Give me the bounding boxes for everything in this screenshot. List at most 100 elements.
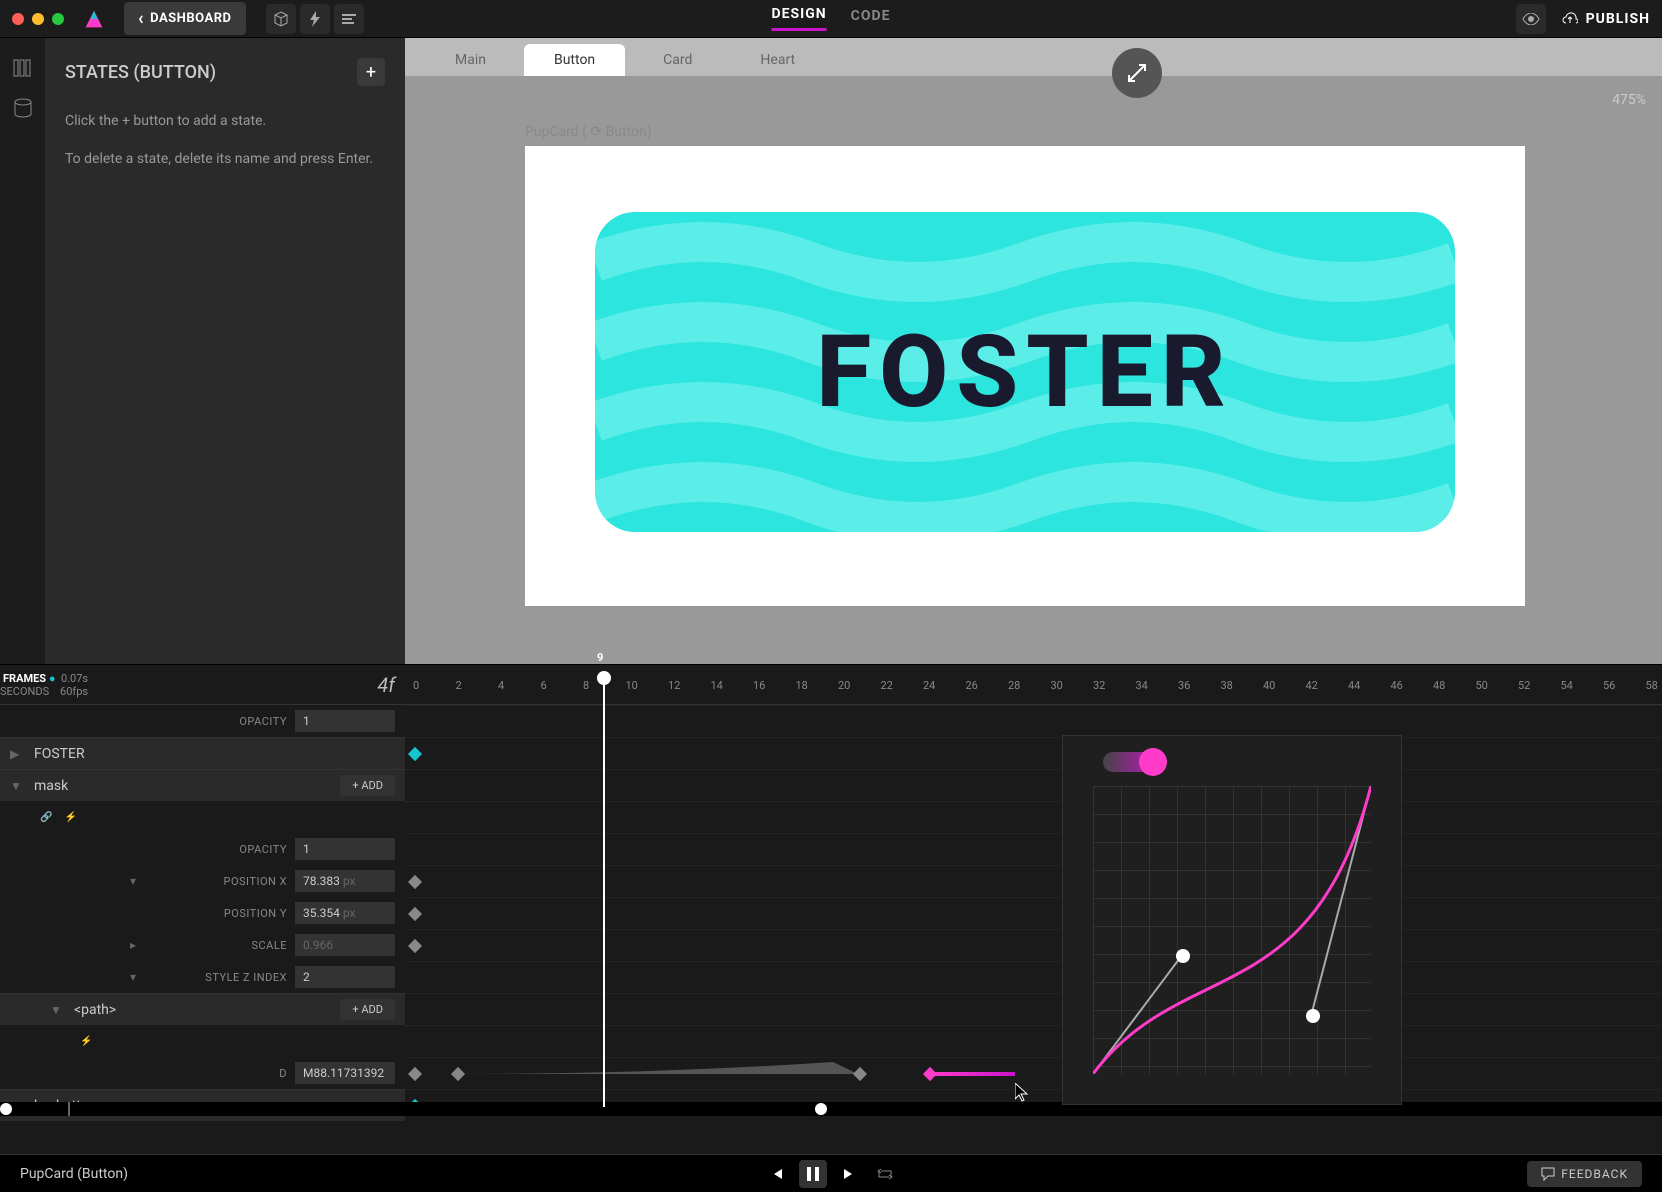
curve-toggle[interactable]	[1103, 752, 1163, 772]
ruler-tick: 22	[881, 679, 893, 692]
chat-icon	[1541, 1167, 1555, 1181]
window-controls	[12, 13, 64, 25]
chevron-down-icon[interactable]: ▾	[130, 874, 146, 888]
states-sidebar: STATES (BUTTON) + Click the + button to …	[45, 38, 405, 664]
ruler-tick: 12	[668, 679, 680, 692]
timeline-ruler[interactable]: 9 02468101214161820222426283032343638404…	[405, 665, 1662, 705]
bezier-handle-2[interactable]	[1306, 1009, 1320, 1023]
ruler-tick: 24	[923, 679, 935, 692]
link-icon[interactable]: 🔗	[40, 812, 52, 823]
maximize-window-button[interactable]	[52, 13, 64, 25]
ruler-tick: 16	[753, 679, 765, 692]
play-pause-button[interactable]	[799, 1160, 827, 1188]
feedback-button[interactable]: FEEDBACK	[1527, 1161, 1642, 1187]
playhead[interactable]: 9	[603, 677, 605, 1107]
cloud-upload-icon	[1562, 11, 1578, 27]
library-icon[interactable]	[13, 58, 33, 78]
artboard-label: PupCard ( ⟳ Button)	[525, 124, 652, 140]
sidebar-help-1: Click the + button to add a state.	[65, 110, 385, 132]
ruler-tick: 46	[1391, 679, 1403, 692]
ruler-tick: 32	[1093, 679, 1105, 692]
ruler-tick: 38	[1221, 679, 1233, 692]
scrubber-start-handle[interactable]	[0, 1103, 12, 1115]
bolt-icon[interactable]	[300, 4, 330, 34]
align-icon[interactable]	[334, 4, 364, 34]
eye-icon[interactable]	[1516, 4, 1546, 34]
ruler-tick: 6	[541, 679, 547, 692]
opacity-input[interactable]	[295, 710, 395, 732]
loop-button[interactable]	[871, 1160, 899, 1188]
close-window-button[interactable]	[12, 13, 24, 25]
ruler-tick: 18	[796, 679, 808, 692]
chevron-down-icon[interactable]: ▾	[130, 970, 146, 984]
curve-editor[interactable]	[1062, 735, 1402, 1105]
tab-design[interactable]: DESIGN	[772, 6, 827, 31]
ruler-tick: 28	[1008, 679, 1020, 692]
add-property-button[interactable]: + ADD	[340, 999, 395, 1020]
tracks-area[interactable]	[405, 705, 1662, 1154]
detach-icon[interactable]	[1112, 48, 1162, 98]
skip-back-button[interactable]	[763, 1160, 791, 1188]
scrubber-playhead-handle[interactable]	[815, 1103, 827, 1115]
data-icon[interactable]	[13, 98, 33, 118]
foster-text: FOSTER	[816, 314, 1233, 431]
chevron-right-icon[interactable]: ▶	[10, 747, 26, 761]
chevron-down-icon[interactable]: ▼	[50, 1003, 66, 1017]
props-panel: OPACITY ▶ FOSTER ▼ mask + ADD 🔗 ⚡ OPACIT…	[0, 705, 405, 1154]
sidebar-help-2: To delete a state, delete its name and p…	[65, 148, 385, 170]
app-logo-icon	[84, 9, 104, 29]
top-icon-group	[266, 4, 364, 34]
ruler-tick: 34	[1136, 679, 1148, 692]
minimize-window-button[interactable]	[32, 13, 44, 25]
skip-forward-button[interactable]	[835, 1160, 863, 1188]
ruler-tick: 2	[456, 679, 462, 692]
bolt-small-icon[interactable]: ⚡	[80, 1036, 92, 1047]
add-state-button[interactable]: +	[357, 58, 385, 86]
bezier-curve-icon	[1093, 786, 1371, 1074]
layer-path[interactable]: <path>	[74, 1002, 332, 1018]
ruler-tick: 0	[413, 679, 419, 692]
bolt-small-icon[interactable]: ⚡	[64, 812, 76, 823]
frames-info: FRAMES ● 0.07s SECONDS 60fps	[0, 672, 88, 698]
timeline-body: OPACITY ▶ FOSTER ▼ mask + ADD 🔗 ⚡ OPACIT…	[0, 705, 1662, 1154]
z-index-input[interactable]	[295, 966, 395, 988]
timeline-scrubber[interactable]	[0, 1102, 1662, 1116]
position-y-input[interactable]: 35.354 px	[295, 902, 395, 924]
tab-card[interactable]: Card	[633, 44, 722, 76]
ruler-tick: 54	[1561, 679, 1573, 692]
cube-icon[interactable]	[266, 4, 296, 34]
bezier-handle-1[interactable]	[1176, 949, 1190, 963]
scale-input[interactable]	[295, 934, 395, 956]
zoom-label: 475%	[1612, 92, 1646, 108]
ruler-tick: 52	[1518, 679, 1530, 692]
curve-grid[interactable]	[1093, 786, 1371, 1074]
ruler-tick: 48	[1433, 679, 1445, 692]
publish-button[interactable]: PUBLISH	[1562, 11, 1650, 27]
layer-mask[interactable]: mask	[34, 778, 332, 794]
bottom-bar: PupCard (Button) FEEDBACK	[0, 1154, 1662, 1192]
timeline: FRAMES ● 0.07s SECONDS 60fps 4f 9 024681…	[0, 664, 1662, 1154]
chevron-down-icon[interactable]: ▼	[10, 779, 26, 793]
ruler-tick: 4	[498, 679, 504, 692]
d-path-input[interactable]	[295, 1062, 395, 1084]
tab-main[interactable]: Main	[425, 44, 516, 76]
chevron-right-icon[interactable]: ▸	[130, 938, 146, 952]
titlebar: DASHBOARD DESIGN CODE PUBLISH	[0, 0, 1662, 38]
layer-foster[interactable]: FOSTER	[34, 746, 395, 762]
ruler-tick: 56	[1603, 679, 1615, 692]
tab-code[interactable]: CODE	[851, 8, 891, 30]
ruler-tick: 8	[583, 679, 589, 692]
tab-heart[interactable]: Heart	[730, 44, 825, 76]
add-property-button[interactable]: + ADD	[340, 775, 395, 796]
component-tabs: Main Button Card Heart	[405, 38, 1662, 76]
tab-button[interactable]: Button	[524, 44, 625, 76]
ruler-tick: 44	[1348, 679, 1360, 692]
foster-button-preview: FOSTER	[595, 212, 1455, 532]
dashboard-back-button[interactable]: DASHBOARD	[124, 2, 246, 35]
position-x-input[interactable]: 78.383 px	[295, 870, 395, 892]
canvas-viewport[interactable]: 475% PupCard ( ⟳ Button) FOSTER	[405, 76, 1662, 664]
mask-opacity-input[interactable]	[295, 838, 395, 860]
artboard[interactable]: FOSTER	[525, 146, 1525, 606]
cursor-icon	[1015, 1083, 1031, 1103]
current-frame: 4f	[377, 673, 395, 697]
